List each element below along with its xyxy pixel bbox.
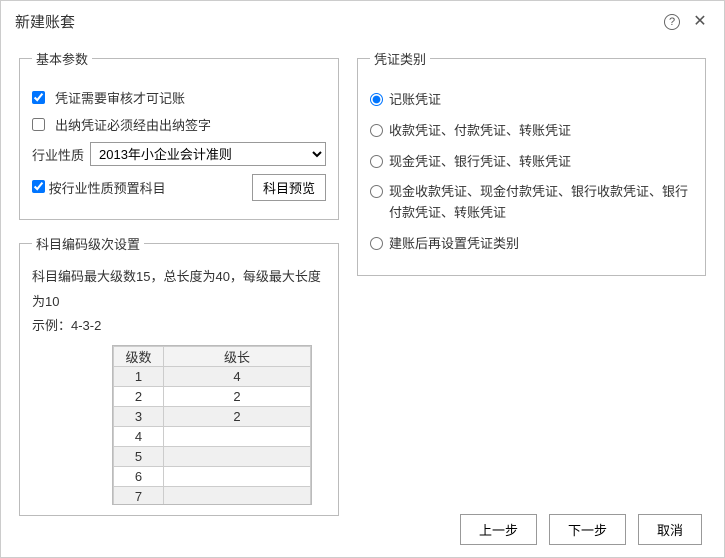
voucher-option-text: 记账凭证 — [389, 90, 441, 111]
help-icon[interactable]: ? — [662, 12, 682, 31]
voucher-radio-label[interactable]: 现金凭证、银行凭证、转账凭证 — [370, 152, 693, 173]
cashier-checkbox-label[interactable]: 出纳凭证必须经由出纳签字 — [32, 115, 211, 134]
basic-params-group: 基本参数 凭证需要审核才可记账 出纳凭证必须经由出纳签字 行业性质 — [19, 49, 339, 220]
dialog-new-account-set: 新建账套 ? ✕ 基本参数 凭证需要审核才可记账 出纳凭证必须经由出纳签字 — [0, 0, 725, 558]
length-cell[interactable] — [164, 467, 311, 487]
preset-checkbox-label[interactable]: 按行业性质预置科目 — [32, 178, 166, 197]
voucher-option: 现金凭证、银行凭证、转账凭证 — [370, 152, 693, 173]
preset-checkbox[interactable] — [32, 180, 45, 193]
table-row: 4 — [114, 427, 311, 447]
length-cell[interactable] — [164, 487, 311, 506]
level-cell: 2 — [114, 387, 164, 407]
voucher-radio[interactable] — [370, 124, 383, 137]
voucher-radio[interactable] — [370, 185, 383, 198]
voucher-legend: 凭证类别 — [370, 49, 430, 68]
voucher-option-text: 收款凭证、付款凭证、转账凭证 — [389, 121, 571, 142]
table-row: 14 — [114, 367, 311, 387]
encode-level-group: 科目编码级次设置 科目编码最大级数15，总长度为40，每级最大长度为10 示例：… — [19, 234, 339, 516]
length-cell[interactable]: 2 — [164, 407, 311, 427]
audit-text: 凭证需要审核才可记账 — [55, 88, 185, 107]
next-button[interactable]: 下一步 — [549, 514, 626, 545]
voucher-option: 现金收款凭证、现金付款凭证、银行收款凭证、银行付款凭证、转账凭证 — [370, 182, 693, 224]
table-row: 5 — [114, 447, 311, 467]
dialog-title: 新建账套 — [15, 11, 654, 32]
titlebar: 新建账套 ? ✕ — [1, 1, 724, 41]
level-cell: 4 — [114, 427, 164, 447]
length-cell[interactable]: 4 — [164, 367, 311, 387]
voucher-option: 记账凭证 — [370, 90, 693, 111]
voucher-option-text: 现金收款凭证、现金付款凭证、银行收款凭证、银行付款凭证、转账凭证 — [389, 182, 693, 224]
voucher-radio-label[interactable]: 收款凭证、付款凭证、转账凭证 — [370, 121, 693, 142]
basic-params-legend: 基本参数 — [32, 49, 92, 68]
encode-table-scroll[interactable]: 级数 级长 14223245678 — [112, 345, 312, 505]
level-cell: 5 — [114, 447, 164, 467]
preset-text: 按行业性质预置科目 — [49, 181, 166, 196]
col-level: 级数 — [114, 347, 164, 367]
encode-legend: 科目编码级次设置 — [32, 234, 144, 253]
table-row: 7 — [114, 487, 311, 506]
level-cell: 3 — [114, 407, 164, 427]
voucher-option: 收款凭证、付款凭证、转账凭证 — [370, 121, 693, 142]
voucher-radio-label[interactable]: 记账凭证 — [370, 90, 693, 111]
voucher-option-text: 建账后再设置凭证类别 — [389, 234, 519, 255]
level-cell: 7 — [114, 487, 164, 506]
close-icon[interactable]: ✕ — [690, 11, 710, 31]
industry-select[interactable]: 2013年小企业会计准则 — [90, 142, 326, 166]
level-cell: 1 — [114, 367, 164, 387]
length-cell[interactable] — [164, 427, 311, 447]
voucher-radio[interactable] — [370, 237, 383, 250]
cashier-checkbox[interactable] — [32, 118, 45, 131]
length-cell[interactable] — [164, 447, 311, 467]
audit-checkbox-label[interactable]: 凭证需要审核才可记账 — [32, 88, 185, 107]
voucher-option-text: 现金凭证、银行凭证、转账凭证 — [389, 152, 571, 173]
prev-button[interactable]: 上一步 — [460, 514, 537, 545]
subject-preview-button[interactable]: 科目预览 — [252, 174, 326, 201]
level-cell: 6 — [114, 467, 164, 487]
industry-label: 行业性质 — [32, 145, 84, 164]
col-length: 级长 — [164, 347, 311, 367]
table-row: 22 — [114, 387, 311, 407]
encode-table: 级数 级长 14223245678 — [113, 346, 311, 505]
voucher-radio[interactable] — [370, 155, 383, 168]
voucher-option: 建账后再设置凭证类别 — [370, 234, 693, 255]
dialog-footer: 上一步 下一步 取消 — [460, 514, 702, 545]
length-cell[interactable]: 2 — [164, 387, 311, 407]
table-row: 6 — [114, 467, 311, 487]
encode-info-line1: 科目编码最大级数15，总长度为40，每级最大长度为10 — [32, 265, 326, 314]
voucher-radio[interactable] — [370, 93, 383, 106]
voucher-type-group: 凭证类别 记账凭证收款凭证、付款凭证、转账凭证现金凭证、银行凭证、转账凭证现金收… — [357, 49, 706, 276]
audit-checkbox[interactable] — [32, 91, 45, 104]
cashier-text: 出纳凭证必须经由出纳签字 — [55, 115, 211, 134]
table-row: 32 — [114, 407, 311, 427]
voucher-radio-label[interactable]: 现金收款凭证、现金付款凭证、银行收款凭证、银行付款凭证、转账凭证 — [370, 182, 693, 224]
encode-info-line2: 示例：4-3-2 — [32, 314, 326, 339]
voucher-radio-label[interactable]: 建账后再设置凭证类别 — [370, 234, 693, 255]
cancel-button[interactable]: 取消 — [638, 514, 702, 545]
